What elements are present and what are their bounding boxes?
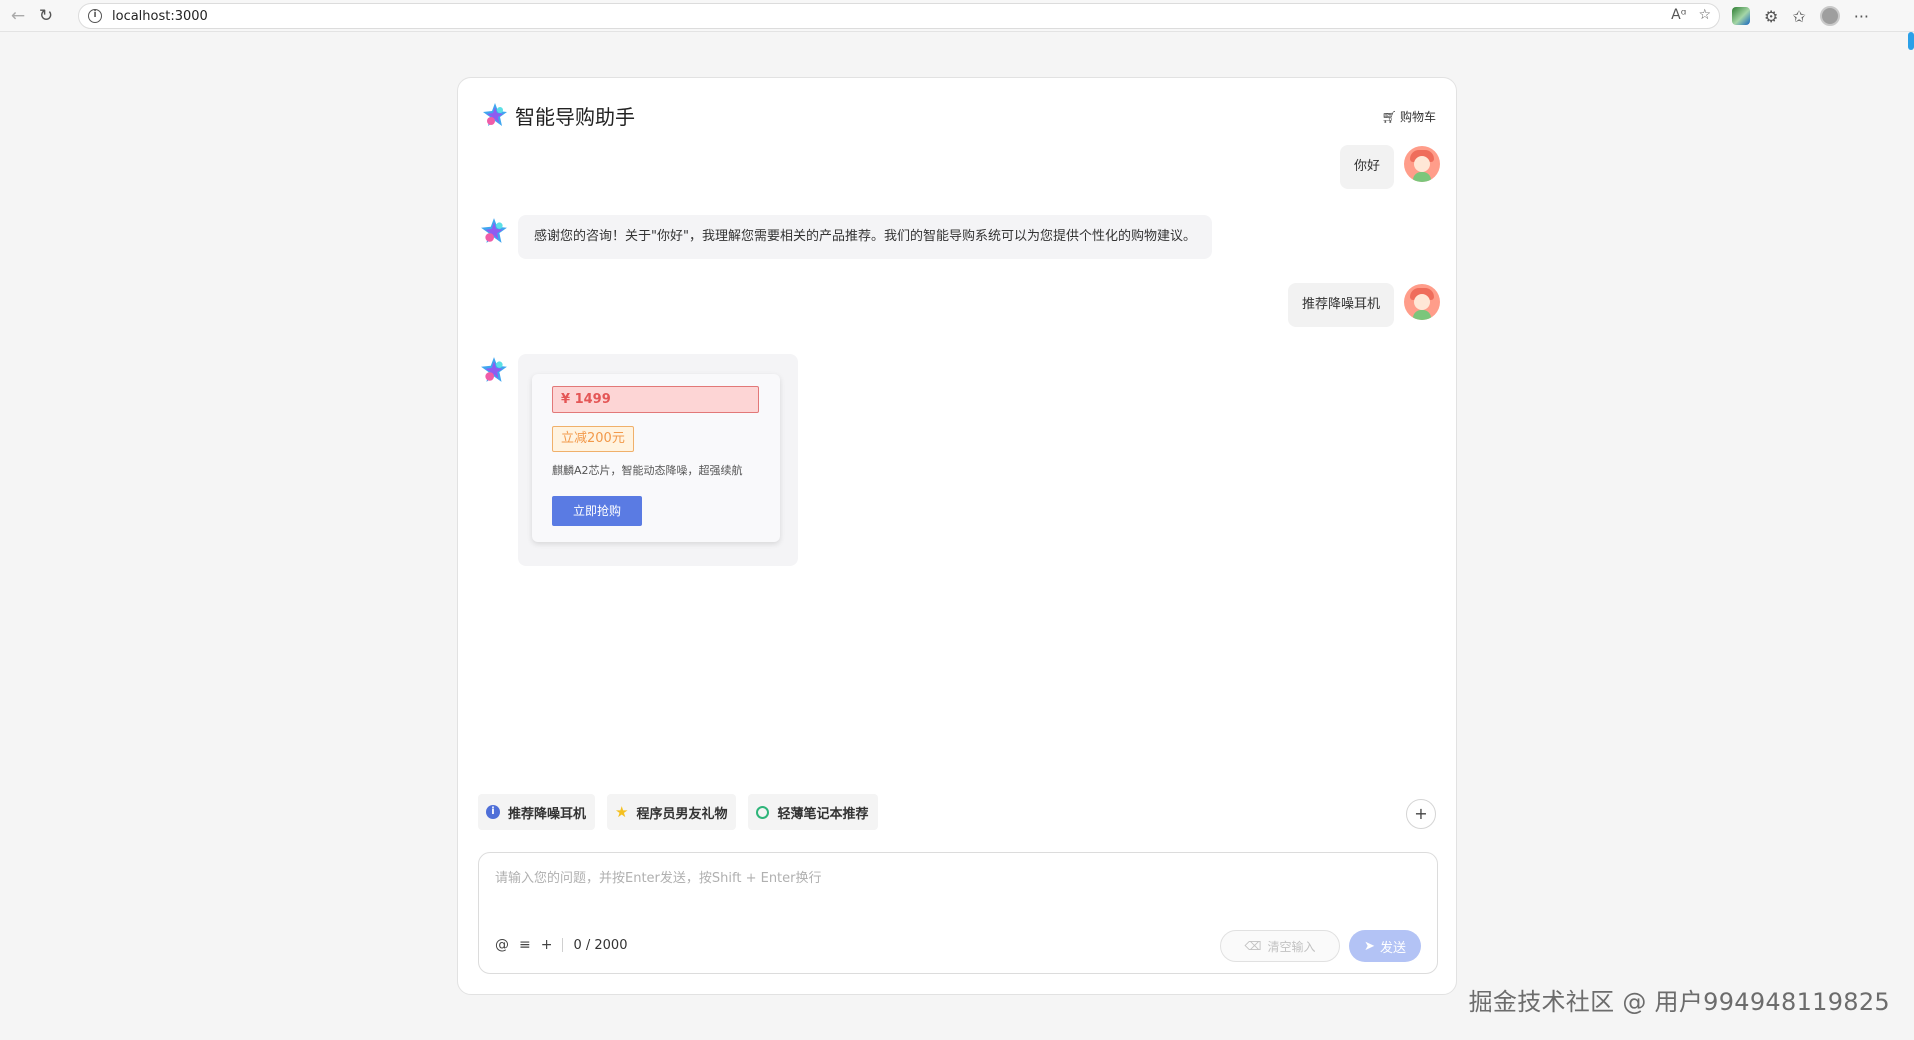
buy-now-button[interactable]: 立即抢购: [552, 496, 642, 526]
url-text[interactable]: localhost:3000: [112, 9, 208, 24]
user-message: 你好: [1339, 145, 1394, 189]
user-message: 推荐降噪耳机: [1287, 283, 1394, 327]
assistant-avatar-icon: [480, 356, 508, 384]
site-info-icon[interactable]: i: [88, 9, 102, 23]
quick-prompt-chip[interactable]: 轻薄笔记本推荐: [748, 794, 878, 830]
discount-badge: 立减200元: [552, 426, 634, 452]
watermark: 掘金技术社区 @ 用户994948119825: [1468, 988, 1890, 1016]
quick-prompts: i 推荐降噪耳机 ★ 程序员男友礼物 轻薄笔记本推荐: [478, 794, 878, 830]
assistant-message: 感谢您的咨询！关于"你好"，我理解您需要相关的产品推荐。我们的智能导购系统可以为…: [518, 215, 1212, 259]
product-price: ¥ 1499: [552, 386, 759, 413]
quick-prompt-chip[interactable]: ★ 程序员男友礼物: [607, 794, 737, 830]
clear-label: 清空输入: [1267, 939, 1316, 954]
divider: [562, 938, 564, 952]
assistant-product-message: ¥ 1499 立减200元 麒麟A2芯片，智能动态降噪，超强续航 立即抢购: [518, 354, 798, 566]
cart-label: 购物车: [1399, 110, 1436, 124]
address-bar[interactable]: i localhost:3000 Aᵅ ☆: [78, 3, 1720, 29]
cart-icon: 🛒︎: [1381, 109, 1397, 124]
input-toolbar: @ ≡ + 0 / 2000: [495, 937, 627, 953]
clear-input-button[interactable]: ⌫ 清空输入: [1220, 930, 1340, 962]
send-label: 发送: [1379, 940, 1406, 956]
add-prompt-button[interactable]: +: [1406, 799, 1436, 829]
info-icon: i: [486, 805, 500, 819]
read-aloud-icon[interactable]: Aᵅ: [1671, 7, 1686, 23]
char-counter: 0 / 2000: [573, 937, 628, 953]
mention-icon[interactable]: @: [495, 937, 509, 953]
assistant-logo-icon: [482, 102, 508, 128]
clear-icon: ⌫: [1244, 939, 1262, 953]
browser-toolbar: ← ↻ i localhost:3000 Aᵅ ☆ ⚙ ✩ ···: [0, 0, 1914, 32]
assistant-avatar-icon: [480, 217, 508, 245]
more-menu-icon[interactable]: ···: [1854, 7, 1869, 26]
product-description: 麒麟A2芯片，智能动态降噪，超强续航: [552, 464, 743, 477]
chat-header: 智能导购助手 🛒︎ 购物车: [482, 100, 1436, 130]
chat-panel: 智能导购助手 🛒︎ 购物车 你好 感谢您的咨询！关于"你好"，我理解您需要相关的…: [457, 77, 1457, 995]
favorites-icon[interactable]: ✩: [1792, 7, 1805, 26]
chip-label: 程序员男友礼物: [636, 806, 728, 822]
chip-label: 轻薄笔记本推荐: [777, 806, 869, 822]
reload-icon[interactable]: ↻: [32, 2, 60, 30]
star-icon: ★: [615, 803, 629, 821]
message-input[interactable]: [495, 867, 1415, 917]
favorite-star-icon[interactable]: ☆: [1698, 7, 1711, 23]
page-title: 智能导购助手: [515, 104, 635, 129]
user-avatar: [1404, 284, 1440, 320]
message-input-box: @ ≡ + 0 / 2000 ⌫ 清空输入 ➤ 发送: [478, 852, 1438, 974]
chip-label: 推荐降噪耳机: [508, 806, 587, 822]
back-arrow-icon[interactable]: ←: [4, 2, 32, 30]
plus-icon[interactable]: +: [541, 937, 553, 953]
user-avatar: [1404, 146, 1440, 182]
ring-icon: [756, 805, 770, 819]
quick-prompt-chip[interactable]: i 推荐降噪耳机: [478, 794, 596, 830]
extension-icon[interactable]: [1732, 7, 1750, 25]
puzzle-extensions-icon[interactable]: ⚙: [1764, 7, 1778, 26]
cart-link[interactable]: 🛒︎ 购物车: [1382, 108, 1436, 125]
scrollbar-indicator[interactable]: [1908, 32, 1914, 50]
profile-avatar-icon[interactable]: [1819, 6, 1840, 26]
list-icon[interactable]: ≡: [519, 937, 531, 953]
product-card[interactable]: ¥ 1499 立减200元 麒麟A2芯片，智能动态降噪，超强续航 立即抢购: [532, 374, 780, 542]
send-button[interactable]: ➤ 发送: [1349, 930, 1421, 962]
send-icon: ➤: [1364, 938, 1375, 954]
